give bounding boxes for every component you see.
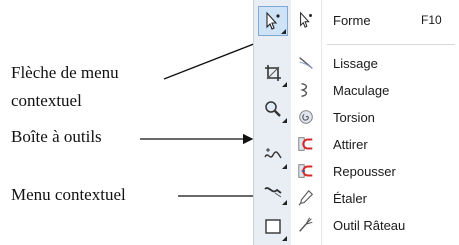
menu-item-label: Lissage bbox=[333, 55, 378, 71]
menu-item-repel[interactable]: Repousser bbox=[291, 158, 459, 184]
arrow-flyout-arrow bbox=[163, 38, 266, 80]
crop-tool-icon bbox=[265, 65, 281, 81]
repel-tool-icon bbox=[291, 158, 321, 184]
flyout-arrow-icon[interactable] bbox=[282, 164, 287, 169]
attract-tool-icon bbox=[291, 131, 321, 157]
menu-item-label: Étaler bbox=[333, 190, 367, 206]
menu-item-smear[interactable]: Maculage bbox=[291, 77, 459, 103]
menu-item-shortcut: F10 bbox=[421, 13, 442, 27]
menu-item-label: Outil Râteau bbox=[333, 217, 406, 233]
toolbox bbox=[253, 0, 293, 245]
smear-tool-icon bbox=[291, 77, 321, 103]
menu-item-attract[interactable]: Attirer bbox=[291, 131, 459, 157]
smudge-tool-icon bbox=[291, 185, 321, 211]
freehand-tool-icon bbox=[264, 148, 282, 159]
shape-tool-icon bbox=[291, 7, 321, 33]
twirl-tool-icon bbox=[291, 104, 321, 130]
zoom-tool-icon bbox=[265, 101, 281, 117]
flyout-arrow-icon[interactable] bbox=[282, 236, 287, 241]
flyout-menu: Forme F10 Lissage Maculage Torsion Attir… bbox=[291, 0, 459, 245]
flyout-arrow-icon[interactable] bbox=[282, 118, 287, 123]
menu-item-label: Attirer bbox=[333, 136, 368, 152]
tool-shape[interactable] bbox=[258, 6, 288, 36]
tool-crop[interactable] bbox=[258, 58, 288, 88]
roughen-tool-icon bbox=[291, 212, 321, 238]
menu-item-smooth[interactable]: Lissage bbox=[291, 50, 459, 76]
menu-divider bbox=[327, 44, 455, 45]
tool-artistic-media[interactable] bbox=[258, 176, 288, 206]
menu-item-label: Torsion bbox=[333, 109, 375, 125]
artistic-media-icon bbox=[264, 187, 282, 198]
smooth-tool-icon bbox=[291, 50, 321, 76]
menu-item-label: Forme bbox=[333, 12, 371, 28]
flyout-arrow-icon[interactable] bbox=[281, 29, 286, 34]
menu-item-shape[interactable]: Forme F10 bbox=[291, 7, 459, 33]
tool-freehand[interactable] bbox=[258, 140, 288, 170]
flyout-arrow-icon[interactable] bbox=[282, 200, 287, 205]
tool-zoom[interactable] bbox=[258, 94, 288, 124]
shape-tool-icon bbox=[266, 11, 280, 30]
menu-item-label: Repousser bbox=[333, 163, 396, 179]
tool-rectangle[interactable] bbox=[258, 212, 288, 242]
menu-item-smudge[interactable]: Étaler bbox=[291, 185, 459, 211]
menu-item-label: Maculage bbox=[333, 82, 390, 98]
rectangle-tool-icon bbox=[265, 219, 281, 234]
menu-item-roughen[interactable]: Outil Râteau bbox=[291, 212, 459, 238]
menu-item-twirl[interactable]: Torsion bbox=[291, 104, 459, 130]
flyout-arrow-icon[interactable] bbox=[282, 82, 287, 87]
